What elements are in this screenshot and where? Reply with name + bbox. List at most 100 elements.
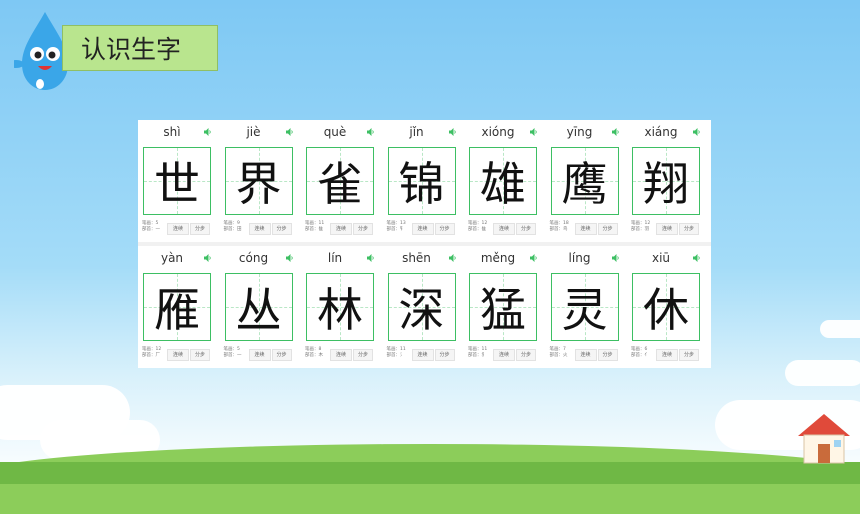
- play-step-button[interactable]: 分步: [190, 223, 210, 235]
- speaker-icon[interactable]: [367, 128, 374, 136]
- character-card[interactable]: měng 猛笔画：11 部首：犭 连续 分步: [465, 248, 539, 365]
- play-continuous-button[interactable]: 连续: [167, 349, 189, 361]
- play-continuous-button[interactable]: 连续: [493, 223, 515, 235]
- strokes-label: 笔画：: [631, 347, 645, 352]
- stroke-count: 8: [318, 347, 322, 352]
- radical-label: 部首：: [305, 227, 319, 232]
- tianzige-grid: 鹰: [550, 147, 619, 215]
- tianzige-grid: 雁: [143, 273, 211, 341]
- stroke-info: 笔画：9 部首：田: [224, 221, 242, 233]
- radical: 隹: [481, 227, 487, 232]
- pinyin: shì: [163, 125, 181, 139]
- play-step-button[interactable]: 分步: [516, 349, 536, 361]
- play-continuous-button[interactable]: 连续: [656, 223, 678, 235]
- play-step-button[interactable]: 分步: [597, 223, 618, 235]
- play-step-button[interactable]: 分步: [434, 223, 455, 235]
- stroke-count: 18: [563, 221, 569, 226]
- speaker-icon[interactable]: [285, 254, 293, 262]
- stroke-info: 笔画：12 部首：厂: [142, 347, 161, 359]
- cloud: [820, 320, 860, 338]
- play-continuous-button[interactable]: 连续: [248, 349, 271, 361]
- chinese-character: 休: [643, 283, 689, 337]
- radical-label: 部首：: [631, 227, 645, 232]
- radical-label: 部首：: [142, 353, 156, 358]
- play-step-button[interactable]: 分步: [353, 223, 373, 235]
- chinese-character: 界: [235, 157, 282, 211]
- speaker-icon[interactable]: [448, 128, 456, 136]
- stroke-info: 笔画：11 部首：氵: [387, 347, 406, 359]
- play-step-button[interactable]: 分步: [679, 223, 699, 235]
- stroke-info: 笔画：5 部首：一: [142, 221, 160, 233]
- strokes-label: 笔画：: [305, 221, 319, 226]
- character-card[interactable]: jiè 界笔画：9 部首：田 连续 分步: [221, 122, 295, 239]
- play-step-button[interactable]: 分步: [271, 223, 292, 235]
- strokes-label: 笔画：: [223, 347, 238, 352]
- stroke-count: 11: [481, 347, 488, 352]
- speaker-icon[interactable]: [367, 254, 374, 262]
- play-continuous-button[interactable]: 连续: [330, 223, 352, 235]
- speaker-icon[interactable]: [611, 128, 619, 136]
- speaker-icon[interactable]: [204, 128, 211, 136]
- play-continuous-button[interactable]: 连续: [411, 223, 434, 235]
- speaker-icon[interactable]: [611, 254, 619, 262]
- speaker-icon[interactable]: [693, 128, 700, 136]
- pinyin: jǐn: [409, 125, 424, 139]
- stroke-count: 6: [644, 347, 648, 352]
- play-step-button[interactable]: 分步: [434, 349, 455, 361]
- play-step-button[interactable]: 分步: [516, 223, 536, 235]
- strokes-label: 笔画：: [142, 347, 156, 352]
- play-continuous-button[interactable]: 连续: [574, 349, 597, 361]
- character-card[interactable]: shì 世笔画：5 部首：一 连续 分步: [139, 122, 213, 239]
- radical-label: 部首：: [549, 227, 564, 232]
- chinese-character: 锦: [398, 157, 445, 211]
- play-step-button[interactable]: 分步: [679, 349, 699, 361]
- play-step-button[interactable]: 分步: [597, 349, 618, 361]
- play-continuous-button[interactable]: 连续: [493, 349, 515, 361]
- play-continuous-button[interactable]: 连续: [574, 223, 597, 235]
- character-card[interactable]: yīng 鹰笔画：18 部首：鸟 连续 分步: [547, 122, 621, 239]
- speaker-icon[interactable]: [448, 254, 456, 262]
- play-continuous-button[interactable]: 连续: [656, 349, 678, 361]
- play-continuous-button[interactable]: 连续: [248, 223, 271, 235]
- tianzige-grid: 猛: [469, 273, 537, 341]
- character-card[interactable]: líng 灵笔画：7 部首：火 连续 分步: [547, 248, 621, 365]
- play-step-button[interactable]: 分步: [271, 349, 292, 361]
- speaker-icon[interactable]: [285, 128, 293, 136]
- character-card[interactable]: shēn 深笔画：11 部首：氵 连续 分步: [384, 248, 458, 365]
- tianzige-grid: 世: [143, 147, 211, 215]
- character-card[interactable]: yàn 雁笔画：12 部首：厂 连续 分步: [139, 248, 213, 365]
- pinyin: lín: [327, 251, 343, 265]
- radical-label: 部首：: [223, 353, 238, 358]
- character-card[interactable]: xióng 雄笔画：12 部首：隹 连续 分步: [465, 122, 539, 239]
- play-step-button[interactable]: 分步: [353, 349, 373, 361]
- play-continuous-button[interactable]: 连续: [167, 223, 189, 235]
- radical: 隹: [318, 227, 324, 232]
- play-continuous-button[interactable]: 连续: [330, 349, 352, 361]
- character-card[interactable]: cóng 丛笔画：5 部首：一 连续 分步: [221, 248, 295, 365]
- pinyin: xiáng: [644, 125, 678, 139]
- character-card[interactable]: lín 林笔画：8 部首：木 连续 分步: [302, 248, 376, 365]
- character-card[interactable]: xiáng 翔笔画：12 部首：羽 连续 分步: [628, 122, 702, 239]
- pinyin: jiè: [246, 125, 261, 139]
- row-divider: [138, 242, 711, 246]
- character-card[interactable]: jǐn 锦笔画：13 部首：钅 连续 分步: [384, 122, 458, 239]
- radical: 一: [237, 353, 242, 358]
- stroke-count: 11: [400, 347, 406, 352]
- tianzige-grid: 翔: [632, 147, 700, 215]
- stroke-count: 12: [644, 221, 651, 226]
- strokes-label: 笔画：: [468, 347, 482, 352]
- character-card[interactable]: què 雀笔画：11 部首：隹 连续 分步: [302, 122, 376, 239]
- speaker-icon[interactable]: [530, 254, 537, 262]
- speaker-icon[interactable]: [204, 254, 211, 262]
- section-title-text: 认识生字: [81, 35, 182, 64]
- speaker-icon[interactable]: [530, 128, 537, 136]
- radical: 木: [318, 353, 324, 358]
- radical: 氵: [400, 353, 405, 358]
- character-card[interactable]: xiū 休笔画：6 部首：亻 连续 分步: [628, 248, 702, 365]
- speaker-icon[interactable]: [693, 254, 700, 262]
- chinese-character: 灵: [561, 283, 608, 337]
- play-step-button[interactable]: 分步: [190, 349, 210, 361]
- strokes-label: 笔画：: [549, 347, 564, 352]
- play-continuous-button[interactable]: 连续: [411, 349, 434, 361]
- stroke-info: 笔画：8 部首：木: [305, 347, 323, 359]
